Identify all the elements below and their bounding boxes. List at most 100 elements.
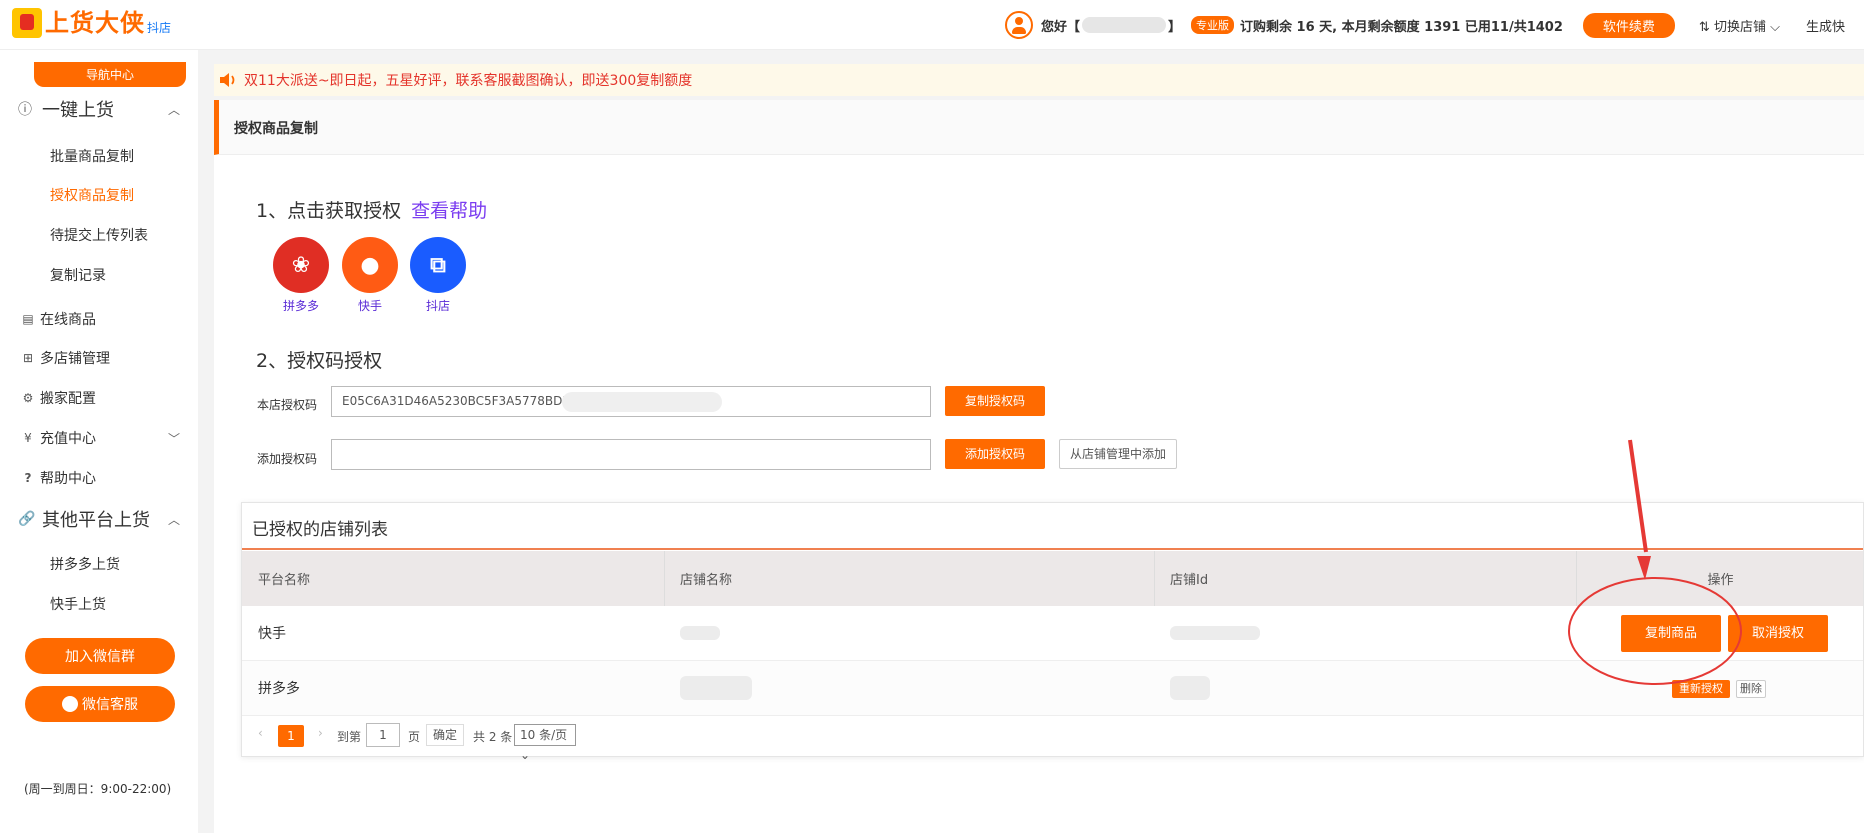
page-tab: 授权商品复制 bbox=[214, 100, 1864, 155]
sidebar-item-help[interactable]: ? 帮助中心 bbox=[22, 468, 96, 488]
store-code-field[interactable]: E05C6A31D46A5230BC5F3A5778BDB6F1 bbox=[331, 386, 931, 417]
logo-sub: 抖店 bbox=[147, 21, 172, 35]
goto-input[interactable]: 1 bbox=[366, 723, 400, 747]
step1-title: 1、点击获取授权 查看帮助 bbox=[256, 196, 487, 223]
page-1[interactable]: 1 bbox=[278, 725, 304, 747]
prev-page-icon[interactable]: ‹ bbox=[258, 726, 263, 740]
redacted-cell bbox=[1170, 626, 1260, 640]
platform-name: 快手 bbox=[357, 299, 382, 313]
redacted-cell bbox=[1170, 676, 1210, 700]
pro-badge: 专业版 bbox=[1191, 16, 1235, 34]
store-code-value: E05C6A31D46A5230BC5F3A5778BDB6F1 bbox=[342, 394, 593, 408]
col-store-id: 店铺Id bbox=[1170, 573, 1209, 588]
switch-store-button[interactable]: ⇅ 切换店铺 ⌵ bbox=[1699, 16, 1780, 35]
redacted-cell bbox=[680, 676, 752, 700]
wechat-service-label: 微信客服 bbox=[82, 697, 138, 713]
platform-pdd[interactable]: ❀ 拼多多 bbox=[273, 237, 329, 314]
sidebar: 导航中心 ⓘ 一键上货 ︿ 批量商品复制 授权商品复制 待提交上传列表 复制记录… bbox=[0, 50, 198, 833]
main-content: 授权商品复制 1、点击获取授权 查看帮助 ❀ 拼多多 ● 快手 ⧉ 抖店 2、授权… bbox=[214, 100, 1864, 833]
renew-button[interactable]: 软件续费 bbox=[1582, 12, 1675, 38]
sidebar-group-one-click-upload[interactable]: ⓘ 一键上货 ︿ bbox=[18, 96, 180, 122]
logo-text: 上货大侠 bbox=[45, 9, 145, 37]
store-code-label: 本店授权码 bbox=[257, 398, 318, 412]
cell-platform: 拼多多 bbox=[258, 681, 300, 697]
sidebar-item-online-products[interactable]: ▤ 在线商品 bbox=[22, 309, 96, 329]
table-row: 快手 复制商品 取消授权 bbox=[242, 606, 1863, 661]
cell-store-id bbox=[1154, 606, 1260, 660]
redacted-username bbox=[1082, 17, 1167, 33]
page-size-select[interactable]: 10 条/页 ⌄ bbox=[514, 724, 576, 762]
sidebar-item-copy-records[interactable]: 复制记录 bbox=[50, 265, 106, 285]
copy-code-button[interactable]: 复制授权码 bbox=[945, 386, 1045, 416]
quota-text: 订购剩余 16 天, 本月剩余额度 1391 已用11/共1402 bbox=[1240, 19, 1563, 35]
sidebar-group-label: 其他平台上货 bbox=[42, 510, 150, 531]
upload-circle-icon: ⓘ bbox=[18, 102, 32, 118]
cell-platform: 快手 bbox=[258, 626, 286, 642]
nav-center-tab[interactable]: 导航中心 bbox=[34, 62, 186, 87]
switch-store-label: 切换店铺 bbox=[1713, 19, 1766, 35]
chevron-up-icon: ︿ bbox=[168, 512, 181, 527]
sidebar-link-label: 多店铺管理 bbox=[40, 351, 110, 367]
chevron-down-icon: ﹀ bbox=[168, 431, 181, 446]
redacted-code bbox=[562, 392, 722, 412]
add-code-input[interactable] bbox=[331, 439, 931, 470]
page-size-value: 10 条/页 bbox=[520, 728, 568, 742]
delete-button[interactable]: 删除 bbox=[1736, 680, 1766, 698]
chevron-up-icon: ︿ bbox=[168, 102, 181, 117]
sidebar-link-label: 搬家配置 bbox=[40, 391, 96, 407]
sidebar-item-recharge[interactable]: ¥ 充值中心 ﹀ bbox=[22, 428, 180, 448]
sidebar-item-pending-upload[interactable]: 待提交上传列表 bbox=[50, 225, 148, 245]
pagination: ‹ 1 › 到第 1 页 确定 共 2 条 10 条/页 ⌄ bbox=[242, 716, 1863, 762]
platform-kuaishou[interactable]: ● 快手 bbox=[342, 237, 398, 314]
sidebar-group-label: 一键上货 bbox=[42, 100, 114, 121]
goto-confirm-button[interactable]: 确定 bbox=[426, 724, 464, 746]
logo-mark-icon bbox=[12, 8, 42, 38]
logo[interactable]: 上货大侠 抖店 bbox=[12, 8, 171, 38]
cancel-auth-button[interactable]: 取消授权 bbox=[1728, 615, 1828, 652]
greeting: 您好【 bbox=[1041, 19, 1081, 35]
generate-link[interactable]: 生成快 bbox=[1806, 16, 1845, 35]
add-code-button[interactable]: 添加授权码 bbox=[945, 439, 1045, 469]
notice-bar: 双11大派送~即日起，五星好评，联系客服截图确认，即送300复制额度 bbox=[214, 64, 1864, 96]
kuaishou-icon: ● bbox=[342, 237, 398, 293]
authorized-store-table: 已授权的店铺列表 平台名称 店铺名称 店铺Id 操作 快手 复制商品 取消授权 … bbox=[241, 502, 1864, 762]
step2-title: 2、授权码授权 bbox=[256, 350, 383, 372]
join-wechat-group-label: 加入微信群 bbox=[65, 649, 135, 665]
sidebar-item-pdd-upload[interactable]: 拼多多上货 bbox=[50, 554, 120, 574]
user-avatar-icon[interactable] bbox=[1005, 11, 1033, 39]
total-count: 共 2 条 bbox=[473, 730, 513, 744]
goto-label: 到第 bbox=[337, 730, 362, 744]
next-page-icon[interactable]: › bbox=[318, 726, 323, 740]
add-from-store-button[interactable]: 从店铺管理中添加 bbox=[1059, 439, 1177, 469]
sidebar-item-move-config[interactable]: ⚙ 搬家配置 bbox=[22, 388, 96, 408]
sidebar-item-multi-store[interactable]: ⊞ 多店铺管理 bbox=[22, 348, 110, 368]
wechat-icon bbox=[62, 696, 78, 712]
platform-name: 抖店 bbox=[425, 299, 450, 313]
table-title: 已授权的店铺列表 bbox=[242, 503, 1863, 550]
speaker-icon bbox=[220, 73, 235, 87]
gear-icon: ⚙ bbox=[22, 391, 34, 405]
sidebar-group-other-platforms[interactable]: 🔗 其他平台上货 ︿ bbox=[18, 506, 180, 532]
join-wechat-group-button[interactable]: 加入微信群 bbox=[25, 638, 175, 674]
platform-doudian[interactable]: ⧉ 抖店 bbox=[410, 237, 466, 314]
sidebar-item-kuaishou-upload[interactable]: 快手上货 bbox=[50, 594, 106, 614]
notice-text: 双11大派送~即日起，五星好评，联系客服截图确认，即送300复制额度 bbox=[244, 73, 693, 89]
greeting-end: 】 bbox=[1168, 19, 1182, 35]
question-icon: ? bbox=[24, 471, 32, 485]
cell-store-name bbox=[664, 606, 720, 660]
sidebar-link-label: 帮助中心 bbox=[40, 471, 96, 487]
reauth-button[interactable]: 重新授权 bbox=[1672, 680, 1730, 698]
copy-products-button[interactable]: 复制商品 bbox=[1621, 615, 1721, 652]
table-row: 拼多多 重新授权 删除 bbox=[242, 661, 1863, 716]
sidebar-item-auth-copy[interactable]: 授权商品复制 bbox=[50, 185, 134, 205]
chevron-down-icon: ⌵ bbox=[1765, 19, 1780, 35]
yuan-icon: ¥ bbox=[24, 431, 32, 445]
pdd-icon: ❀ bbox=[273, 237, 329, 293]
wechat-service-button[interactable]: 微信客服 bbox=[25, 686, 175, 722]
top-bar: 上货大侠 抖店 您好【 】 专业版 订购剩余 16 天, 本月剩余额度 1391… bbox=[0, 0, 1864, 50]
cell-store-id bbox=[1154, 661, 1210, 715]
table-header: 平台名称 店铺名称 店铺Id 操作 bbox=[242, 551, 1863, 606]
sidebar-item-batch-copy[interactable]: 批量商品复制 bbox=[50, 146, 134, 166]
help-link[interactable]: 查看帮助 bbox=[411, 200, 487, 222]
sidebar-link-label: 充值中心 bbox=[40, 431, 96, 447]
